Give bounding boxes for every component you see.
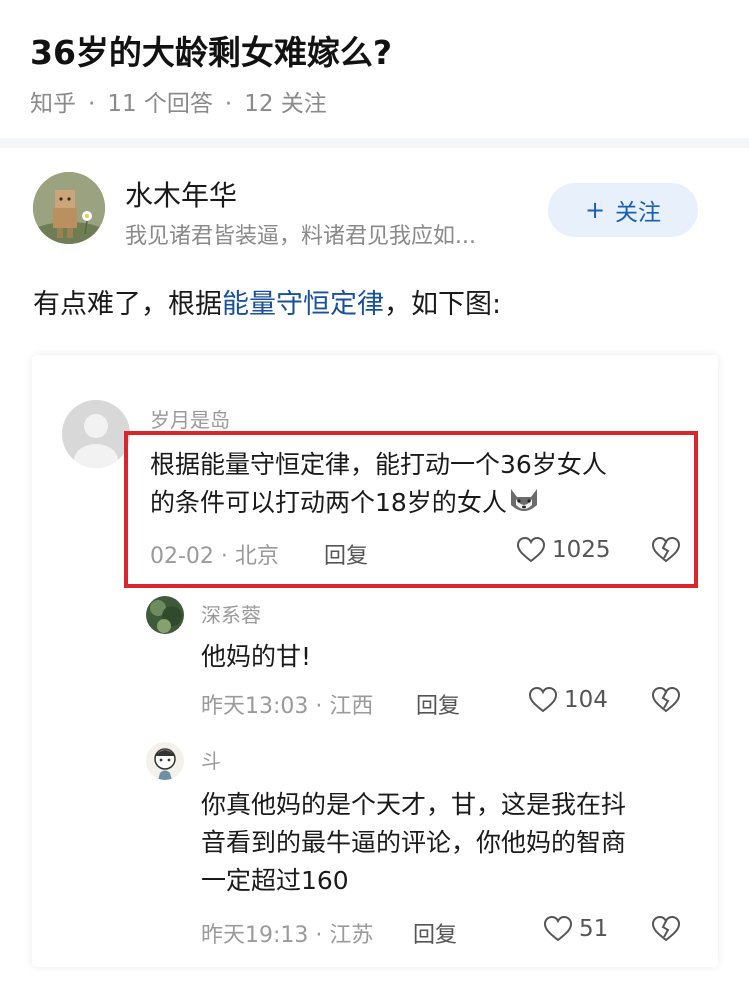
section-divider (0, 138, 749, 148)
comment-text: 他妈的甘! (201, 642, 312, 671)
answer-link[interactable]: 能量守恒定律 (222, 289, 384, 320)
comment-meta: 昨天19:13 · 江苏 (201, 923, 374, 948)
like-count: 51 (579, 916, 609, 942)
broken-heart-icon (651, 686, 681, 713)
follow-count: 12 关注 (244, 91, 327, 117)
broken-heart-icon (651, 915, 681, 942)
comment-location: 江西 (329, 694, 374, 719)
answers-count[interactable]: 11 个回答 (107, 91, 213, 117)
comment-date: 昨天19:13 (201, 923, 309, 948)
author-bio: 我见诸君皆装逼，料诸君见我应如... (125, 224, 476, 249)
question-title[interactable]: 36岁的大龄剩女难嫁么? (30, 26, 392, 74)
comment-text-line: 一定超过160 (201, 866, 349, 895)
author-name[interactable]: 水木年华 (125, 174, 237, 214)
like-count: 104 (564, 687, 608, 713)
question-meta: 知乎 · 11 个回答 · 12 关注 (30, 84, 327, 118)
follow-button[interactable]: + 关注 (548, 183, 698, 237)
comment-text-line: 你真他妈的是个天才，甘，这是我在抖 (201, 790, 627, 819)
dislike-button[interactable] (651, 915, 681, 947)
comment-location: 江苏 (329, 923, 374, 948)
comment-text: 你真他妈的是个天才，甘，这是我在抖 音看到的最牛逼的评论，你他妈的智商 一定超过… (201, 786, 626, 900)
plus-icon: + (584, 196, 606, 224)
separator-dot: · (88, 91, 96, 117)
commenter-name[interactable]: 斗 (201, 745, 221, 774)
heart-icon (543, 915, 573, 942)
like-button[interactable]: 51 (543, 915, 608, 943)
like-button[interactable]: 104 (528, 686, 608, 714)
commenter-avatar[interactable] (146, 596, 184, 634)
separator-dot: · (224, 91, 233, 117)
author-avatar[interactable] (33, 172, 105, 244)
dislike-button[interactable] (651, 686, 681, 718)
commenter-avatar[interactable] (62, 400, 130, 468)
commenter-avatar[interactable] (146, 742, 184, 780)
comment-text-line: 音看到的最牛逼的评论，你他妈的智商 (201, 828, 627, 857)
reply-button[interactable]: 回复 (416, 688, 460, 720)
question-source[interactable]: 知乎 (30, 91, 76, 117)
answer-text-after: ，如下图: (384, 289, 502, 320)
comment-date: 昨天13:03 (201, 694, 309, 719)
answer-text: 有点难了，根据能量守恒定律，如下图: (33, 282, 501, 321)
heart-icon (528, 686, 558, 713)
comment-meta: 昨天13:03 · 江西 (201, 694, 374, 719)
reply-button[interactable]: 回复 (413, 917, 457, 949)
commenter-name[interactable]: 深系蓉 (201, 599, 261, 628)
follow-button-label: 关注 (615, 200, 662, 226)
highlight-box (124, 431, 698, 588)
commenter-name[interactable]: 岁月是岛 (150, 404, 230, 433)
answer-text-before: 有点难了，根据 (33, 289, 222, 320)
